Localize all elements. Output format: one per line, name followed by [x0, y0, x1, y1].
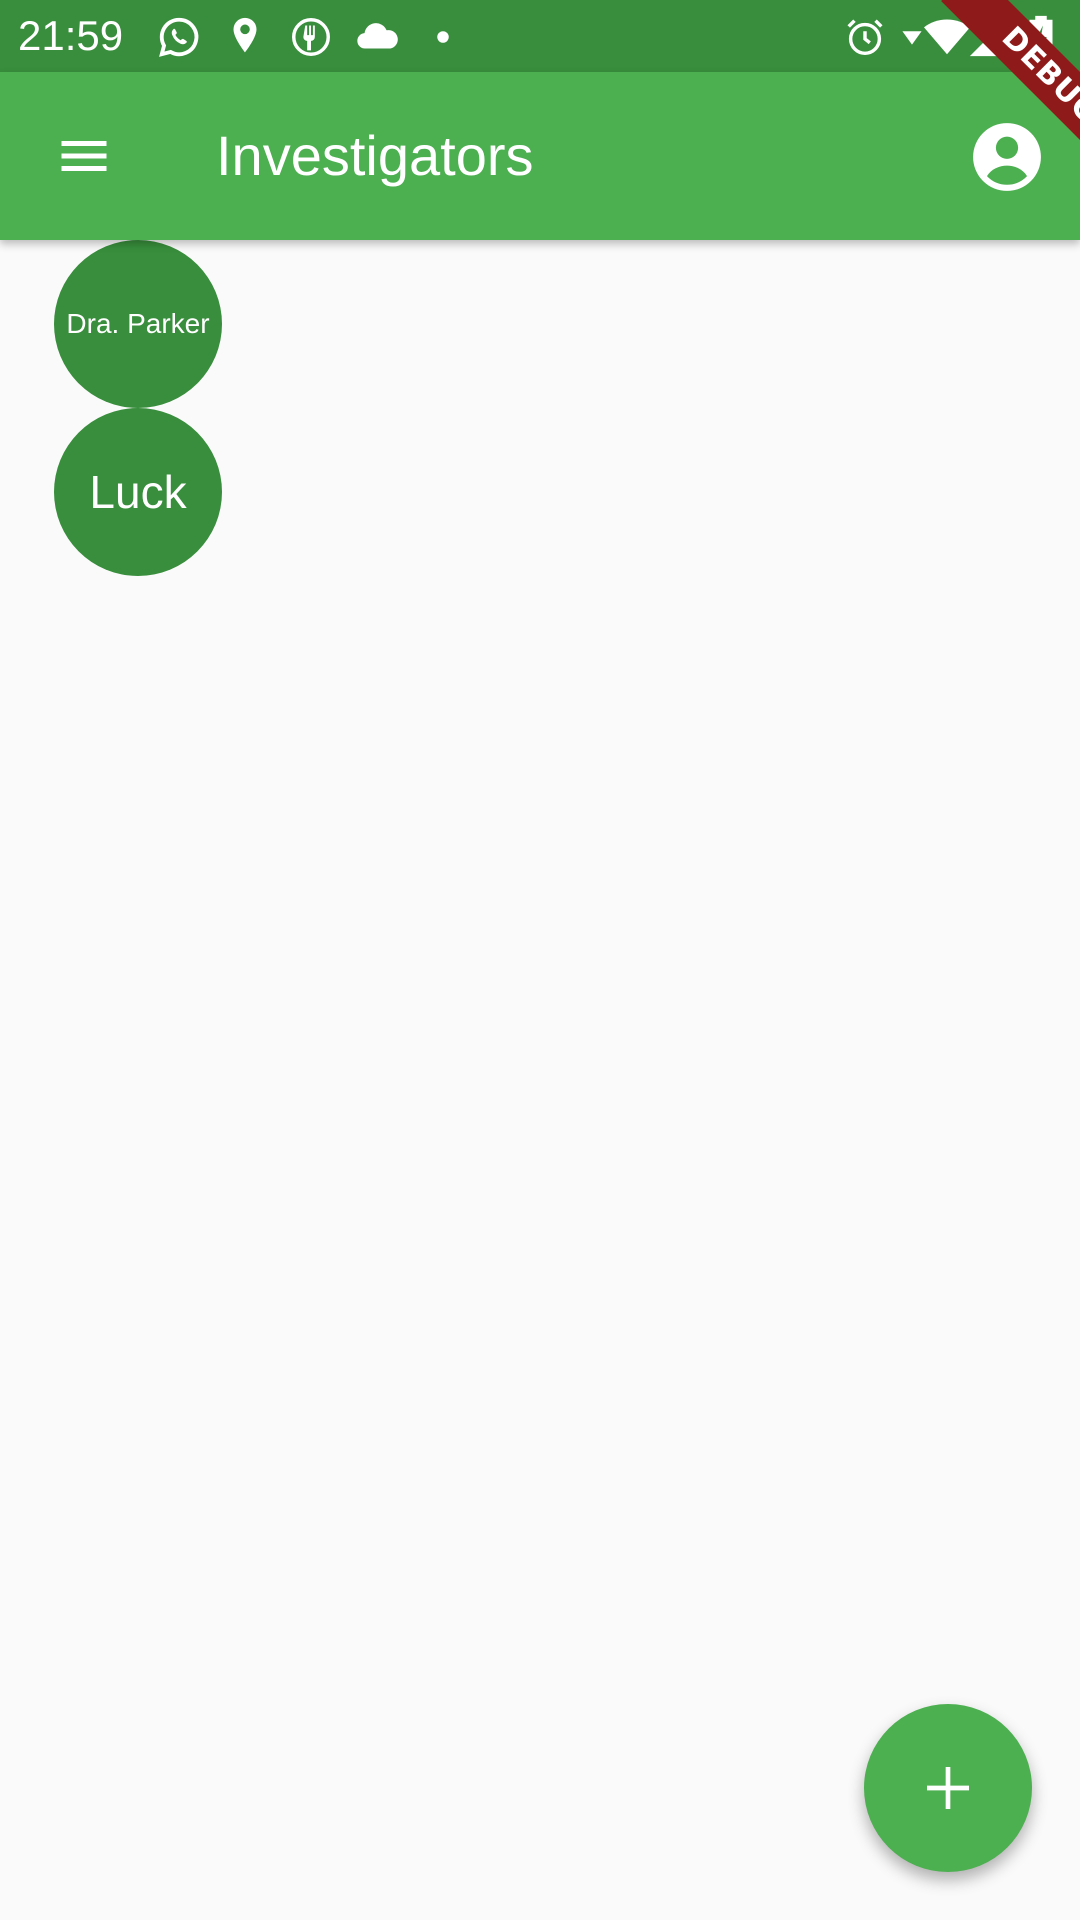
dot-icon — [420, 14, 466, 60]
status-bar: 21:59 — [0, 0, 1080, 72]
menu-icon — [54, 126, 114, 186]
menu-button[interactable] — [40, 112, 128, 200]
account-circle-icon — [970, 120, 1044, 194]
wifi-dropdown-icon — [900, 14, 924, 60]
signal-icon — [966, 14, 1012, 60]
food-app-icon — [288, 14, 334, 60]
page-title: Investigators — [216, 124, 534, 187]
wifi-icon — [924, 14, 970, 60]
add-investigator-button[interactable] — [864, 1704, 1032, 1872]
investigator-avatar[interactable]: Luck — [54, 408, 222, 576]
investigator-list: Dra. Parker Luck — [54, 240, 222, 576]
battery-charging-icon — [1024, 14, 1058, 60]
add-icon — [920, 1760, 976, 1816]
cloud-icon — [354, 14, 400, 60]
investigator-avatar[interactable]: Dra. Parker — [54, 240, 222, 408]
account-button[interactable] — [970, 120, 1044, 194]
app-bar: Investigators — [0, 72, 1080, 240]
whatsapp-icon — [156, 14, 202, 60]
status-time: 21:59 — [18, 12, 124, 59]
screen: 21:59 Investigators DEBUG Dra. Parker Lu… — [0, 0, 1080, 1920]
location-pin-icon — [222, 14, 268, 60]
alarm-icon — [842, 14, 888, 60]
